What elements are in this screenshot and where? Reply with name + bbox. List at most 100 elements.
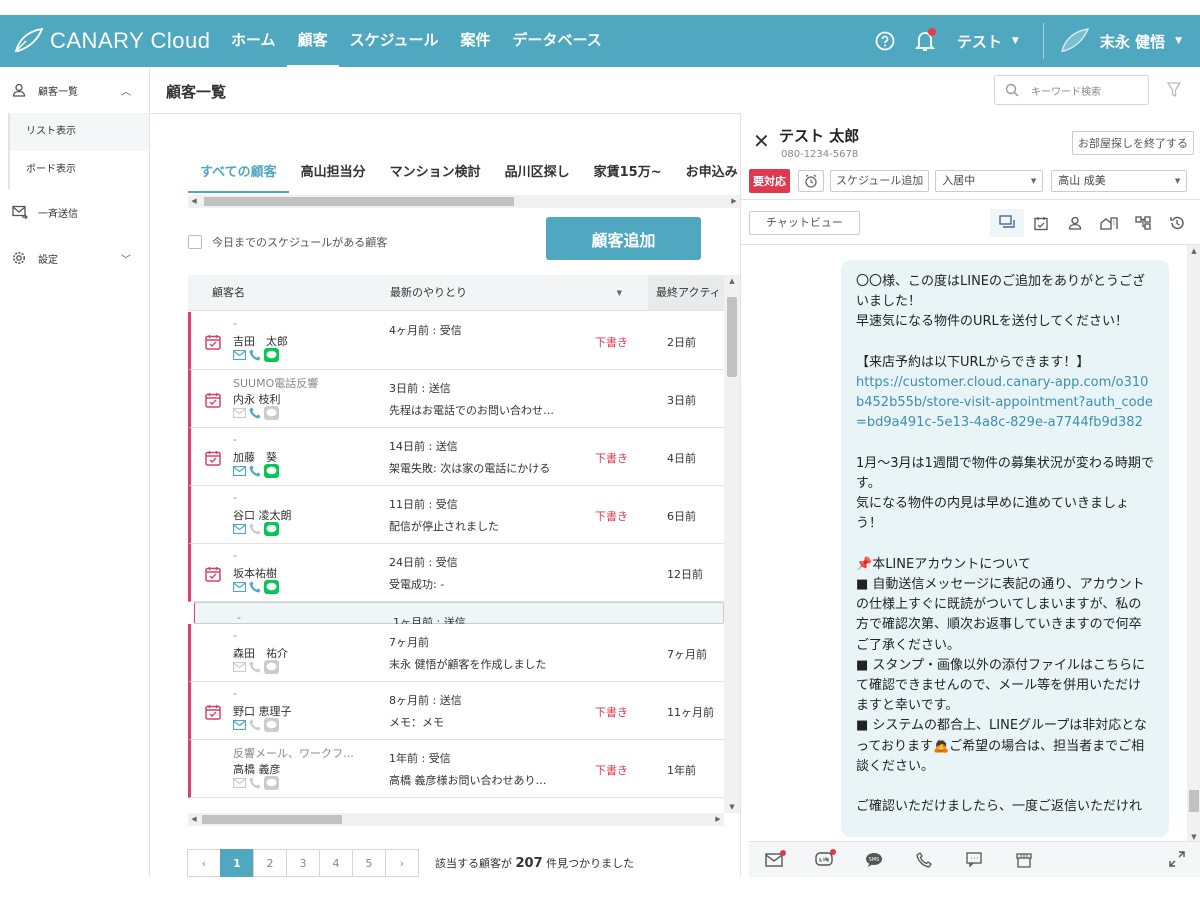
scroll-up-icon[interactable]: ▲	[724, 277, 740, 285]
page-button[interactable]: 4	[319, 849, 353, 877]
column-header-name[interactable]: 顧客名	[188, 275, 384, 310]
mail-icon[interactable]	[749, 849, 799, 867]
scroll-up-icon[interactable]: ▲	[1187, 247, 1200, 255]
end-search-button[interactable]: お部屋探しを終了する	[1072, 131, 1194, 155]
tab-rent-150k[interactable]: 家賃15万~	[582, 159, 674, 193]
scrollbar-thumb[interactable]	[202, 815, 342, 824]
table-row[interactable]: - 森田 祐介 7ヶ月前 末永 健悟が顧客を作成しました 7ヶ月前	[188, 624, 724, 682]
add-schedule-button[interactable]: スケジュール追加	[830, 170, 930, 192]
scroll-down-icon[interactable]: ▼	[724, 803, 740, 811]
notification-dot	[927, 28, 936, 36]
page-button[interactable]: 3	[286, 849, 320, 877]
chat-view-button[interactable]: チャットビュー	[749, 211, 860, 235]
phone-icon[interactable]	[899, 851, 949, 868]
customer-name[interactable]: 谷口 凌太朗	[233, 507, 292, 523]
next-page-button[interactable]: ›	[385, 849, 419, 877]
scroll-left-icon[interactable]: ◀	[188, 813, 200, 826]
scroll-right-icon[interactable]: ▶	[712, 813, 724, 826]
scroll-down-icon[interactable]: ▼	[1187, 833, 1200, 841]
expand-icon[interactable]	[1169, 851, 1185, 867]
nav-customers[interactable]: 顧客	[286, 15, 339, 67]
tabs-scrollbar[interactable]: ◀ ▶	[188, 195, 740, 208]
table-row[interactable]: - 野口 恵理子 8ヶ月前 : 送信 メモ：メモ 下書き 11ヶ月前	[188, 682, 724, 740]
customer-name[interactable]: 吉田 太郎	[233, 333, 288, 349]
customer-name[interactable]: 坂本祐樹	[233, 565, 277, 581]
page-button[interactable]: 1	[220, 849, 254, 877]
table-horizontal-scrollbar[interactable]: ◀ ▶	[188, 813, 724, 826]
page-button[interactable]: 5	[352, 849, 386, 877]
schedule-filter[interactable]: 今日までのスケジュールがある顧客	[188, 234, 387, 250]
keyword-search-input[interactable]: キーワード検索	[994, 75, 1149, 105]
comment-icon[interactable]	[949, 851, 999, 868]
chat-icon[interactable]	[990, 209, 1024, 237]
table-row[interactable]: - 坂本祐樹 24日前 : 受信 受電成功: - 12日前	[188, 544, 724, 602]
tab-all-customers[interactable]: すべての顧客	[188, 159, 289, 193]
store-icon[interactable]	[999, 852, 1049, 868]
person-icon[interactable]	[1058, 209, 1092, 237]
latest-interaction: 8ヶ月前 : 送信	[389, 694, 462, 707]
header-divider	[1042, 23, 1044, 59]
help-icon[interactable]	[865, 15, 905, 67]
building-icon[interactable]	[1092, 209, 1126, 237]
table-vertical-scrollbar[interactable]: ▲ ▼	[724, 275, 740, 813]
sidebar-item-label: 一斉送信	[38, 208, 78, 220]
calendar-check-icon	[205, 450, 221, 469]
page-button[interactable]: 2	[253, 849, 287, 877]
table-row[interactable]: - 吉田 太郎 4ヶ月前 : 受信 下書き 2日前	[188, 312, 724, 370]
nav-home[interactable]: ホーム	[220, 15, 287, 67]
line-icon[interactable]	[799, 848, 849, 868]
agent-select[interactable]: 高山 成美 ▼	[1051, 170, 1188, 192]
table-row[interactable]: - 加藤 葵 14日前 : 送信 架電失敗: 次は家の電話にかける 下書き 4日前	[188, 428, 724, 486]
customer-name[interactable]: 野口 恵理子	[233, 703, 292, 719]
action-required-badge[interactable]: 要対応	[749, 169, 790, 193]
column-header-activity[interactable]: 最終アクティ	[648, 275, 724, 310]
store-visit-link[interactable]: https://customer.cloud.canary-app.com/o3…	[856, 375, 1153, 430]
scroll-left-icon[interactable]: ◀	[188, 195, 200, 208]
workflow-icon[interactable]	[1126, 209, 1160, 237]
sidebar-item-list-view[interactable]: リスト表示	[8, 113, 149, 151]
tab-shinagawa[interactable]: 品川区探し	[493, 159, 582, 193]
sidebar-item-settings[interactable]: 設定 ﹀	[0, 235, 149, 281]
scrollbar-thumb[interactable]	[204, 197, 514, 206]
scrollbar-thumb[interactable]	[727, 297, 737, 377]
table-row[interactable]: 反響メール、ワークフ… 高橋 義彦 1年前 : 受信 高橋 義彦様お問い合わせあり… 下…	[188, 740, 724, 798]
filter-funnel-icon[interactable]	[1167, 82, 1181, 98]
history-icon[interactable]	[1160, 209, 1194, 237]
chevron-up-icon: ︿	[121, 86, 131, 98]
customer-name[interactable]: 内永 枝利	[233, 391, 281, 407]
sidebar-item-board-view[interactable]: ボード表示	[8, 151, 149, 189]
table-row[interactable]: - 谷口 凌太朗 11日前 : 受信 配信が停止されました 下書き 6日前	[188, 486, 724, 544]
sms-icon[interactable]: SMS	[849, 852, 899, 868]
customer-name[interactable]: 高橋 義彦	[233, 761, 281, 777]
user-menu[interactable]: 末永 健悟 ▼	[1050, 27, 1200, 55]
sort-down-icon[interactable]: ▼	[617, 275, 622, 310]
alarm-clock-icon[interactable]	[798, 170, 824, 192]
scroll-right-icon[interactable]: ▶	[728, 195, 740, 208]
add-customer-button[interactable]: 顧客追加	[546, 217, 701, 260]
scrollbar-thumb[interactable]	[1189, 790, 1199, 812]
sidebar-item-customers[interactable]: 顧客一覧 ︿	[0, 67, 149, 113]
sidebar-item-bulk-send[interactable]: 一斉送信	[0, 189, 149, 235]
nav-schedule[interactable]: スケジュール	[339, 15, 450, 67]
close-icon[interactable]: ✕	[753, 129, 770, 153]
notification-bell-icon[interactable]	[905, 15, 945, 67]
customer-list-area: 顧客一覧 すべての顧客 高山担当分 マンション検討 品川区探し 家賃15万~ お…	[150, 67, 1200, 877]
tab-mansion[interactable]: マンション検討	[378, 159, 493, 193]
tab-application[interactable]: お申込み	[674, 159, 740, 193]
status-select[interactable]: 入居中 ▼	[935, 170, 1044, 192]
customer-name[interactable]: 加藤 葵	[233, 449, 277, 465]
prev-page-button[interactable]: ‹	[187, 849, 221, 877]
table-row[interactable]: SUUMO電話反響 内永 枝利 3日前 : 送信 先程はお電話でのお問い合わせ… 3日前	[188, 370, 724, 428]
calendar-check-icon[interactable]	[1024, 209, 1058, 237]
user-name: 末永 健悟	[1099, 32, 1166, 51]
table-row[interactable]: -渡邉 雅俊1ヶ月前 : 送信〇〇様、この度はLINEのご追…下書き2ヶ月前	[194, 602, 724, 653]
chat-scrollbar[interactable]: ▲ ▼	[1187, 245, 1200, 843]
column-header-latest[interactable]: 最新のやりとり ▼	[384, 275, 648, 310]
schedule-filter-checkbox[interactable]	[188, 235, 202, 249]
nav-cases[interactable]: 案件	[450, 15, 502, 67]
nav-database[interactable]: データベース	[502, 15, 613, 67]
customer-name[interactable]: 森田 祐介	[233, 645, 288, 661]
org-select[interactable]: テスト ▼	[945, 31, 1037, 52]
tab-takayama[interactable]: 高山担当分	[289, 159, 378, 193]
logo[interactable]: CANARY Cloud	[12, 25, 210, 57]
